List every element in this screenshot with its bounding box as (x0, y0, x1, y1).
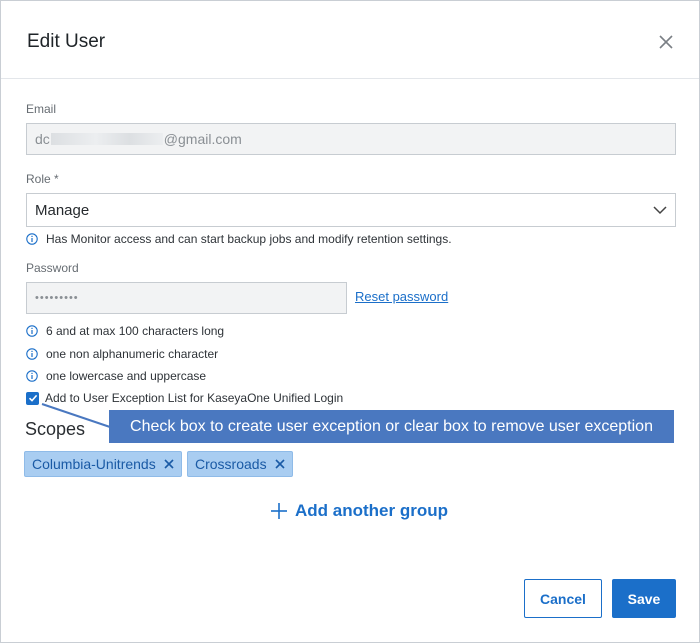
cancel-button[interactable]: Cancel (524, 579, 602, 618)
email-value-prefix: dc (35, 131, 50, 147)
save-button[interactable]: Save (612, 579, 676, 618)
role-hint-text: Has Monitor access and can start backup … (46, 232, 452, 246)
scope-chip-label: Columbia-Unitrends (32, 456, 156, 472)
callout-text: Check box to create user exception or cl… (130, 417, 653, 435)
check-icon (28, 394, 37, 402)
email-label: Email (26, 102, 57, 116)
add-group-label: Add another group (295, 501, 448, 520)
password-label: Password (26, 261, 79, 275)
reset-password-link[interactable]: Reset password (355, 289, 448, 304)
password-value: ••••••••• (35, 292, 79, 304)
scope-chip-label: Crossroads (195, 456, 267, 472)
password-rule: one non alphanumeric character (26, 347, 218, 361)
remove-chip-icon[interactable] (274, 458, 286, 470)
password-field[interactable]: ••••••••• (26, 282, 347, 314)
scope-chip: Columbia-Unitrends (24, 451, 182, 477)
user-exception-checkbox[interactable] (26, 391, 39, 405)
role-label: Role * (26, 172, 59, 186)
user-exception-row: Add to User Exception List for KaseyaOne… (26, 391, 343, 405)
email-value-suffix: @gmail.com (163, 131, 242, 147)
password-rule: one lowercase and uppercase (26, 369, 206, 383)
password-rule-text: one lowercase and uppercase (46, 369, 207, 383)
role-select[interactable]: Manage (26, 193, 676, 227)
info-icon (26, 233, 38, 245)
dialog-header: Edit User (1, 1, 699, 79)
close-icon (659, 35, 673, 49)
edit-user-dialog: Edit User Email dc @gmail.com Role * Mana… (0, 0, 700, 643)
password-rule-text: 6 and at max 100 characters long (46, 324, 225, 338)
redacted-blur (50, 133, 163, 145)
role-hint: Has Monitor access and can start backup … (26, 232, 452, 246)
email-field[interactable]: dc @gmail.com (26, 123, 676, 155)
plus-icon (271, 503, 287, 519)
chevron-down-icon (653, 206, 667, 215)
scopes-title: Scopes (25, 419, 86, 439)
info-icon (26, 325, 38, 337)
dialog-title: Edit User (27, 31, 106, 52)
add-group-button[interactable]: Add another group (270, 501, 448, 521)
password-rule-text: one non alphanumeric character (46, 347, 219, 361)
info-icon (26, 348, 38, 360)
info-icon (26, 370, 38, 382)
password-rule: 6 and at max 100 characters long (26, 324, 224, 338)
user-exception-label: Add to User Exception List for KaseyaOne… (45, 391, 344, 405)
role-value: Manage (35, 201, 90, 219)
scope-chip: Crossroads (187, 451, 293, 477)
close-button[interactable] (653, 29, 679, 55)
remove-chip-icon[interactable] (163, 458, 175, 470)
callout-pointer (41, 403, 111, 428)
callout-annotation: Check box to create user exception or cl… (109, 410, 674, 443)
